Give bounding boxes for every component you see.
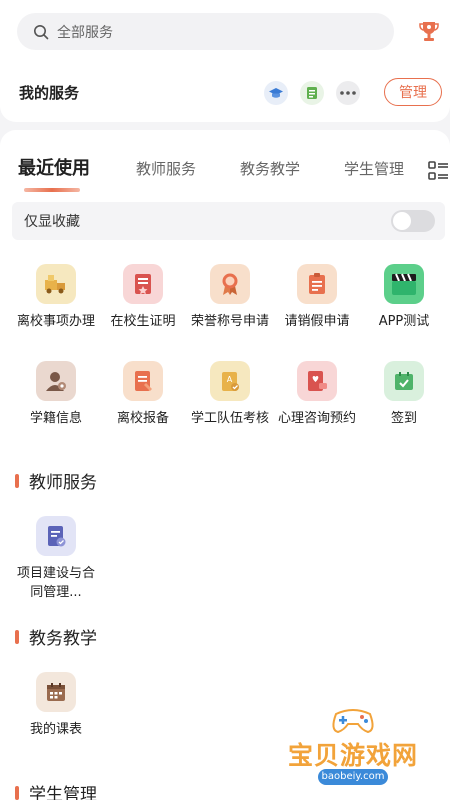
search-bar[interactable]: 全部服务 xyxy=(17,13,394,50)
service-item-my-timetable[interactable]: 我的课表 xyxy=(14,672,98,739)
contract-icon xyxy=(36,516,76,556)
section-accent-bar xyxy=(15,473,19,488)
counseling-icon xyxy=(297,361,337,401)
calendar-icon xyxy=(36,672,76,712)
service-item-leave-school[interactable]: 离校事项办理 xyxy=(14,264,98,331)
favorites-only-label: 仅显收藏 xyxy=(24,214,80,230)
student-profile-icon xyxy=(36,361,76,401)
service-label: 项目建设与合同管理... xyxy=(16,566,95,600)
service-label: 荣誉称号申请 xyxy=(190,314,269,329)
section-header-academic-affairs: 教务教学 xyxy=(15,624,97,649)
service-label: APP测试 xyxy=(378,314,430,329)
service-item-counseling[interactable]: 心理咨询预约 xyxy=(275,361,359,428)
service-label: 心理咨询预约 xyxy=(277,411,356,426)
section-accent-bar xyxy=(15,785,19,800)
graduation-cap-icon[interactable] xyxy=(264,81,288,105)
id-card-icon[interactable] xyxy=(300,81,324,105)
assessment-icon: A xyxy=(210,361,250,401)
service-item-check-in[interactable]: 签到 xyxy=(362,361,446,428)
manage-button[interactable]: 管理 xyxy=(384,78,442,106)
moving-truck-icon xyxy=(36,264,76,304)
service-label: 离校事项办理 xyxy=(16,314,95,329)
service-label: 签到 xyxy=(390,411,417,426)
service-label: 学工队伍考核 xyxy=(190,411,269,426)
section-title: 学生管理 xyxy=(29,785,97,800)
list-view-icon[interactable] xyxy=(428,160,450,182)
section-header-student-management: 学生管理 xyxy=(15,780,97,800)
svg-text:A: A xyxy=(227,375,233,384)
service-item-app-test[interactable]: APP测试 xyxy=(362,264,446,331)
toggle-knob xyxy=(393,212,411,230)
service-label: 学籍信息 xyxy=(29,411,82,426)
service-item-project-contract[interactable]: 项目建设与合同管理... xyxy=(14,516,98,602)
tab-teacher-services[interactable]: 教师服务 xyxy=(136,158,196,179)
trophy-icon[interactable] xyxy=(418,20,440,44)
my-services-title: 我的服务 xyxy=(19,84,80,102)
tab-recent[interactable]: 最近使用 xyxy=(18,154,90,180)
medal-icon xyxy=(210,264,250,304)
favorites-only-toggle[interactable] xyxy=(391,210,435,232)
favorites-only-row: 仅显收藏 xyxy=(12,202,445,240)
service-item-staff-assessment[interactable]: A 学工队伍考核 xyxy=(188,361,272,428)
report-form-icon xyxy=(123,361,163,401)
search-placeholder: 全部服务 xyxy=(57,24,113,41)
search-icon xyxy=(34,24,49,39)
certificate-icon xyxy=(123,264,163,304)
service-label: 请销假申请 xyxy=(284,314,350,329)
service-item-honor-title[interactable]: 荣誉称号申请 xyxy=(188,264,272,331)
section-header-teacher-services: 教师服务 xyxy=(15,468,97,493)
active-tab-indicator xyxy=(24,188,80,192)
service-item-leave-report[interactable]: 离校报备 xyxy=(101,361,185,428)
service-item-leave-request[interactable]: 请销假申请 xyxy=(275,264,359,331)
top-card: 全部服务 我的服务 管理 xyxy=(0,0,450,122)
service-item-enrollment-certificate[interactable]: 在校生证明 xyxy=(101,264,185,331)
section-title: 教师服务 xyxy=(29,473,97,493)
service-label: 在校生证明 xyxy=(110,314,176,329)
service-item-student-status[interactable]: 学籍信息 xyxy=(14,361,98,428)
gamepad-logo-icon xyxy=(332,709,374,734)
clapperboard-icon xyxy=(384,264,424,304)
leave-form-icon xyxy=(297,264,337,304)
section-title: 教务教学 xyxy=(29,629,97,649)
section-accent-bar xyxy=(15,629,19,644)
service-label: 我的课表 xyxy=(29,722,82,737)
watermark-text: 宝贝游戏网 xyxy=(287,741,418,770)
watermark: 宝贝游戏网 baobeiy.com xyxy=(278,700,428,800)
more-dots-icon[interactable] xyxy=(336,81,360,105)
check-in-icon xyxy=(384,361,424,401)
tab-academic-affairs[interactable]: 教务教学 xyxy=(240,158,300,179)
service-label: 离校报备 xyxy=(116,411,169,426)
tab-student-management[interactable]: 学生管理 xyxy=(344,158,404,179)
watermark-url: baobeiy.com xyxy=(318,769,388,785)
